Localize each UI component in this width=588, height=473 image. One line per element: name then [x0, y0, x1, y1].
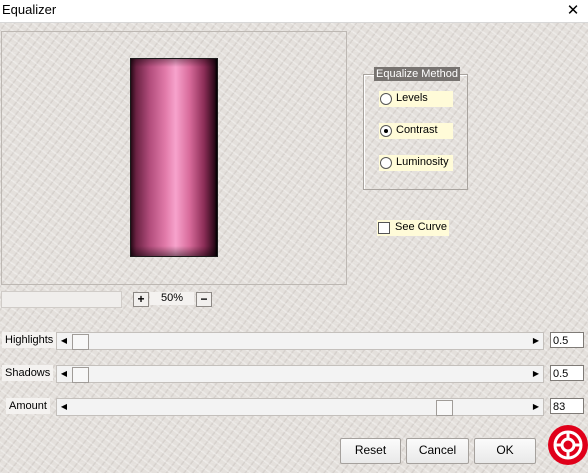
see-curve-checkbox[interactable]: See Curve — [377, 220, 449, 236]
highlights-slider[interactable]: ◀ ▶ — [56, 332, 544, 350]
shadows-slider[interactable]: ◀ ▶ — [56, 365, 544, 383]
radio-contrast[interactable]: Contrast — [379, 123, 453, 139]
preview-image — [130, 58, 218, 257]
shadows-decrease-icon[interactable]: ◀ — [57, 366, 71, 382]
shadows-increase-icon[interactable]: ▶ — [529, 366, 543, 382]
shadows-value[interactable]: 0.5 — [550, 365, 584, 381]
reset-button[interactable]: Reset — [340, 438, 401, 464]
zoom-out-button[interactable]: − — [196, 292, 212, 307]
radio-levels[interactable]: Levels — [379, 91, 453, 107]
radio-luminosity[interactable]: Luminosity — [379, 155, 453, 171]
shadows-label: Shadows — [2, 365, 54, 381]
amount-decrease-icon[interactable]: ◀ — [57, 399, 71, 415]
amount-value[interactable]: 83 — [550, 398, 584, 414]
close-icon[interactable]: ✕ — [558, 0, 588, 22]
see-curve-label: See Curve — [395, 221, 447, 233]
highlights-increase-icon[interactable]: ▶ — [529, 333, 543, 349]
radio-levels-label: Levels — [396, 92, 428, 104]
highlights-decrease-icon[interactable]: ◀ — [57, 333, 71, 349]
shadows-thumb[interactable] — [72, 367, 89, 383]
ok-button[interactable]: OK — [474, 438, 536, 464]
highlights-thumb[interactable] — [72, 334, 89, 350]
radio-luminosity-label: Luminosity — [396, 156, 449, 168]
window-title: Equalizer — [2, 2, 57, 17]
radio-contrast-label: Contrast — [396, 124, 438, 136]
see-curve-box[interactable] — [378, 222, 390, 234]
zoom-spacer — [1, 291, 122, 308]
highlights-label: Highlights — [2, 332, 57, 348]
zoom-in-button[interactable]: + — [133, 292, 149, 307]
amount-increase-icon[interactable]: ▶ — [529, 399, 543, 415]
cancel-button[interactable]: Cancel — [406, 438, 469, 464]
equalize-method-group: Equalize Method Levels Contrast Luminosi… — [363, 67, 468, 190]
amount-label: Amount — [6, 398, 50, 414]
lifebuoy-help-icon[interactable] — [548, 425, 588, 465]
zoom-level: 50% — [150, 292, 194, 305]
title-bar: Equalizer ✕ — [0, 0, 588, 23]
highlights-value[interactable]: 0.5 — [550, 332, 584, 348]
radio-luminosity-indicator[interactable] — [380, 157, 392, 169]
amount-slider[interactable]: ◀ ▶ — [56, 398, 544, 416]
radio-contrast-indicator[interactable] — [380, 125, 392, 137]
amount-thumb[interactable] — [436, 400, 454, 416]
equalize-method-legend: Equalize Method — [374, 67, 460, 81]
radio-levels-indicator[interactable] — [380, 93, 392, 105]
